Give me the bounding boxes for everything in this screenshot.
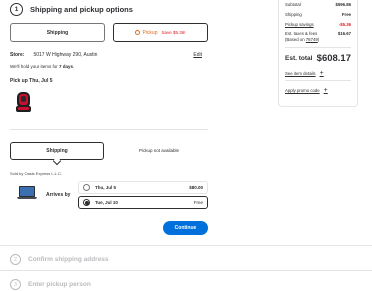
hold-days: 7 days [59,64,74,69]
hold-notice: We'll hold your items for 7 days. [10,64,74,69]
step-title: Shipping and pickup options [30,5,133,14]
step-number: 3 [10,279,21,290]
apply-promo-code-link[interactable]: Apply promo code + [285,87,328,94]
pickup-savings-value: -$5.36 [338,22,351,27]
step-divider [0,270,372,271]
pickup-option-button[interactable]: Pickup Save $5.36! [113,23,208,42]
pickup-not-available: Pickup not available [139,148,180,153]
pickup-savings-badge: Save $5.36! [161,30,186,35]
plus-icon: + [323,87,328,94]
step-title: Confirm shipping address [28,256,109,263]
subtotal-value: $596.86 [335,2,351,7]
seller-info: Sold by Oasis Express L.L.C. [10,171,63,176]
taxes-value: $16.67 [337,31,351,36]
shipping-option-label: Shipping [46,29,69,36]
subtotal-label: Subtotal [285,2,301,7]
plus-icon: + [319,70,324,77]
zip-prefix: (Based on [285,37,306,42]
see-item-details-link[interactable]: See item details + [285,70,324,77]
subtotal-row: Subtotal $596.86 [285,2,351,7]
delivery-option-jul-10[interactable]: Tue, Jul 10 Free [78,196,208,209]
continue-button[interactable]: Continue [163,221,208,235]
store-row: Store: 5017 W Highway 290, Austin Edit [10,52,202,58]
est-total-value: $608.17 [316,53,351,64]
zip-suffix: ) [317,37,320,42]
shipping-value: Free [341,12,351,17]
zip-link[interactable]: 78749 [306,37,318,42]
radio-button-selected[interactable] [83,199,90,206]
apply-promo-code-label: Apply promo code [285,88,320,93]
store-label: Store: [10,52,25,58]
shipping-label: Shipping [285,12,302,17]
laptop-product-image [17,186,37,199]
car-seat-product-image [16,92,31,112]
step-title: Enter pickup person [28,281,91,288]
arrives-by-label: Arrives by [46,192,71,198]
zip-note: (Based on 78749) [285,37,319,42]
pickup-icon [135,30,141,35]
store-edit-link[interactable]: Edit [193,52,202,58]
hold-prefix: We'll hold your items for [10,64,60,69]
step-3-header: 3 Enter pickup person [10,279,91,290]
shipping-option-button[interactable]: Shipping [10,23,105,42]
summary-divider [285,47,351,48]
shipping-row: Shipping Free [285,12,351,17]
pickup-savings-link[interactable]: Pickup savings [285,22,314,27]
store-address: 5017 W Highway 290, Austin [33,52,98,58]
delivery-date: Tue, Jul 10 [95,200,118,205]
step-number: 1 [10,3,23,16]
est-total-label: Est. total [285,55,313,62]
shipping-tab-label: Shipping [46,148,68,154]
est-total-row: Est. total $608.17 [285,53,351,64]
pickup-option-label: Pickup [142,29,158,36]
pickup-date: Pick up Thu, Jul 5 [10,78,53,84]
see-item-details-label: See item details [285,71,316,76]
pickup-savings-row: Pickup savings -$5.36 [285,22,351,27]
delivery-price: Free [193,200,203,205]
step-2-header: 2 Confirm shipping address [10,254,109,265]
summary-divider [285,80,351,81]
order-summary: Subtotal $596.86 Shipping Free Pickup sa… [278,0,358,107]
delivery-option-jul-5[interactable]: Thu, Jul 5 $80.00 [78,181,208,194]
step-divider [0,245,372,246]
step-number: 2 [10,254,21,265]
section-divider [10,129,208,130]
step-1-header: 1 Shipping and pickup options [10,3,133,16]
taxes-row: Est. taxes & fees $16.67 [285,31,351,36]
delivery-date: Thu, Jul 5 [95,185,117,190]
continue-label: Continue [174,225,197,231]
hold-suffix: . [73,64,75,69]
radio-button[interactable] [83,184,90,191]
delivery-price: $80.00 [189,185,203,190]
taxes-label: Est. taxes & fees [285,31,318,36]
